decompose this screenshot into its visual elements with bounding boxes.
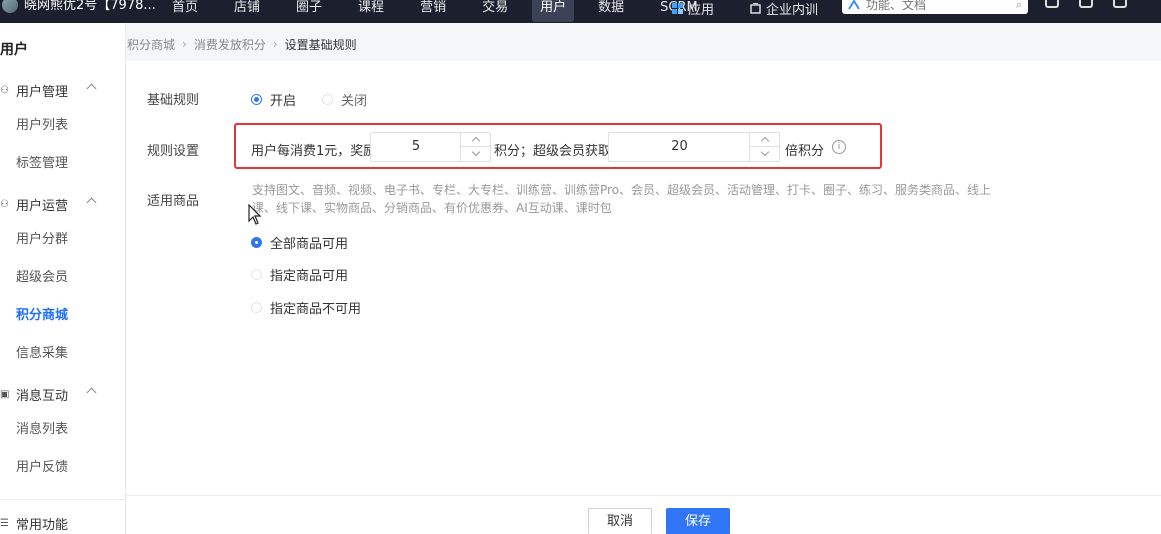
- breadcrumb-points-mall[interactable]: 积分商城: [127, 36, 175, 53]
- sidebar-item-message-list[interactable]: 消息列表: [16, 418, 68, 437]
- info-icon[interactable]: i: [832, 140, 846, 154]
- increment-icon[interactable]: [750, 133, 779, 147]
- excluded-goods-label: 指定商品不可用: [270, 302, 362, 317]
- supported-goods-text: 支持图文、音频、视频、电子书、专栏、大专栏、训练营、训练营Pro、会员、超级会员…: [252, 183, 992, 215]
- main-content: 基础规则 开启 关闭 规则设置 用户每消费1元，奖励 5 积分；超级会员获取 2…: [127, 61, 1161, 495]
- basic-rule-on-radio[interactable]: 开启: [251, 90, 296, 109]
- sidebar-divider: [0, 499, 126, 500]
- chevron-up-icon: [86, 387, 97, 398]
- sidebar-item-super-member[interactable]: 超级会员: [16, 266, 68, 285]
- excluded-goods-radio[interactable]: 指定商品不可用: [251, 298, 361, 317]
- mouse-cursor-icon: [248, 204, 262, 225]
- nav-store[interactable]: 店铺: [222, 0, 272, 22]
- shop-avatar: [2, 0, 18, 13]
- multiplier-stepper-arrows: [749, 133, 779, 161]
- nav-apps-label: 应用: [688, 2, 715, 18]
- nav-course[interactable]: 课程: [346, 0, 396, 22]
- points-stepper-arrows: [460, 133, 490, 161]
- main-nav: 首页 店铺 圈子 课程 营销 交易 用户 数据 SCRM: [160, 0, 722, 22]
- top-right-icons: [1045, 0, 1147, 8]
- top-navigation-bar: 晓网熊优2号【7978... 首页 店铺 圈子 课程 营销 交易 用户 数据 S…: [0, 0, 1161, 23]
- rule-text-prefix: 用户每消费1元，奖励: [251, 144, 377, 159]
- breadcrumb-consumption-points[interactable]: 消费发放积分: [194, 36, 266, 53]
- breadcrumb-current: 设置基础规则: [284, 37, 357, 52]
- decrement-icon[interactable]: [461, 147, 490, 161]
- increment-icon[interactable]: [461, 133, 490, 147]
- nav-home[interactable]: 首页: [160, 0, 210, 22]
- sidebar-group-label: 消息互动: [16, 389, 69, 404]
- basic-rule-on-label: 开启: [270, 94, 297, 109]
- enterprise-icon: [750, 2, 761, 14]
- rule-setting-label: 规则设置: [147, 144, 200, 159]
- sidebar-item-user-feedback[interactable]: 用户反馈: [16, 456, 68, 475]
- cancel-button[interactable]: 取消: [588, 508, 652, 534]
- sidebar-item-user-segment[interactable]: 用户分群: [16, 228, 68, 247]
- radio-checked-icon: [251, 237, 262, 248]
- multiplier-stepper[interactable]: 20: [608, 132, 780, 162]
- breadcrumb: 积分商城 › 消费发放积分 › 设置基础规则: [127, 23, 1161, 65]
- breadcrumb-separator-icon: ›: [182, 37, 187, 51]
- all-goods-radio[interactable]: 全部商品可用: [251, 233, 348, 252]
- nav-marketing[interactable]: 营销: [408, 0, 458, 22]
- menu-icon: ☰: [0, 517, 9, 529]
- nav-enterprise-label: 企业内训: [766, 2, 819, 18]
- user-operation-icon: ⚇: [0, 198, 9, 210]
- shop-switcher[interactable]: 晓网熊优2号【7978...: [0, 0, 156, 13]
- chevron-up-icon: [86, 83, 97, 94]
- breadcrumb-separator-icon: ›: [272, 37, 278, 51]
- rule-text-middle: 积分；超级会员获取: [494, 144, 612, 159]
- all-goods-label: 全部商品可用: [270, 237, 349, 252]
- basic-rule-off-label: 关闭: [341, 94, 368, 109]
- specified-goods-label: 指定商品可用: [270, 269, 349, 284]
- search-input[interactable]: [866, 0, 996, 12]
- chevron-up-icon: [86, 197, 97, 208]
- nav-user[interactable]: 用户: [532, 0, 575, 22]
- global-search[interactable]: ⌕: [842, 0, 1028, 14]
- sidebar-group-user-operation[interactable]: ⚇ 用户运营: [0, 195, 100, 214]
- nav-trade[interactable]: 交易: [470, 0, 520, 22]
- sidebar-item-tag-management[interactable]: 标签管理: [16, 152, 68, 171]
- radio-unchecked-icon: [322, 94, 333, 105]
- message-icon: ▣: [0, 388, 10, 400]
- action-footer: 取消 保存: [127, 495, 1161, 534]
- nav-data[interactable]: 数据: [586, 0, 636, 22]
- sidebar-group-message-interaction[interactable]: ▣ 消息互动: [0, 385, 100, 404]
- sidebar-group-common-functions[interactable]: ☰ 常用功能: [0, 514, 100, 533]
- shop-name: 晓网熊优2号【7978...: [24, 0, 156, 13]
- download-icon[interactable]: [1079, 0, 1093, 8]
- decrement-icon[interactable]: [750, 147, 779, 161]
- sidebar-item-user-list[interactable]: 用户列表: [16, 114, 68, 133]
- nav-apps[interactable]: 应用: [672, 0, 714, 22]
- basic-rule-off-radio[interactable]: 关闭: [322, 90, 367, 109]
- basic-rule-label: 基础规则: [147, 93, 200, 108]
- save-button[interactable]: 保存: [666, 508, 730, 534]
- nav-enterprise-training[interactable]: 企业内训: [750, 0, 818, 22]
- sidebar-item-info-collection[interactable]: 信息采集: [16, 342, 68, 361]
- multiplier-value[interactable]: 20: [609, 133, 750, 161]
- user-management-icon: ⚇: [0, 84, 9, 96]
- rule-text-suffix: 倍积分: [785, 144, 825, 159]
- notification-icon[interactable]: [1045, 0, 1059, 8]
- search-logo-icon: [848, 0, 860, 10]
- points-value[interactable]: 5: [371, 133, 461, 161]
- apps-icon: [672, 2, 683, 14]
- sidebar-item-points-mall[interactable]: 积分商城: [16, 304, 68, 323]
- radio-checked-icon: [251, 94, 262, 105]
- sidebar-group-label: 用户运营: [16, 199, 69, 214]
- radio-unchecked-icon: [251, 269, 262, 280]
- sidebar-group-user-management[interactable]: ⚇ 用户管理: [0, 81, 100, 100]
- sidebar-group-label: 常用功能: [16, 518, 69, 533]
- right-nav: 应用 企业内训: [672, 0, 854, 22]
- radio-unchecked-icon: [251, 302, 262, 313]
- sidebar-title: 用户: [0, 42, 28, 58]
- sidebar: 用户 ⚇ 用户管理 用户列表 标签管理 ⚇ 用户运营 用户分群 超级会员 积分商…: [0, 23, 126, 534]
- search-icon[interactable]: ⌕: [1016, 0, 1022, 12]
- nav-circle[interactable]: 圈子: [284, 0, 334, 22]
- applicable-goods-label: 适用商品: [147, 194, 200, 209]
- points-stepper[interactable]: 5: [370, 132, 491, 162]
- back-icon[interactable]: [1113, 0, 1127, 8]
- specified-goods-radio[interactable]: 指定商品可用: [251, 265, 348, 284]
- sidebar-group-label: 用户管理: [16, 85, 69, 100]
